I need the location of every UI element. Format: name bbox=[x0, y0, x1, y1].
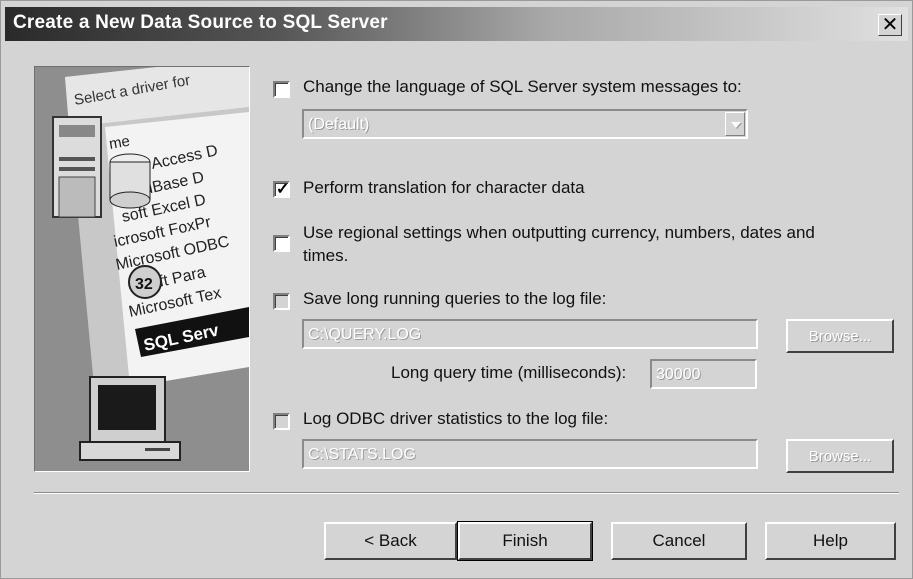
save-long-queries-label: Save long running queries to the log fil… bbox=[303, 289, 607, 308]
close-button[interactable]: ✕ bbox=[878, 14, 902, 36]
art-badge: 32 bbox=[135, 276, 153, 293]
save-long-queries-checkbox[interactable] bbox=[273, 293, 290, 310]
regional-settings-label-line1: Use regional settings when outputting cu… bbox=[303, 223, 815, 242]
language-select-value: (Default) bbox=[308, 116, 370, 133]
window-title: Create a New Data Source to SQL Server bbox=[13, 12, 388, 33]
log-stats-label: Log ODBC driver statistics to the log fi… bbox=[303, 409, 609, 428]
dialog-window: Create a New Data Source to SQL Server ✕… bbox=[0, 0, 913, 579]
divider bbox=[34, 492, 899, 494]
chevron-down-icon[interactable] bbox=[725, 112, 745, 136]
log-stats-checkbox[interactable] bbox=[273, 413, 290, 430]
long-query-time-label: Long query time (milliseconds): bbox=[391, 363, 627, 382]
language-select[interactable]: (Default) bbox=[302, 109, 748, 139]
art-line-1: me bbox=[108, 133, 131, 153]
perform-translation-label: Perform translation for character data bbox=[303, 178, 585, 197]
finish-button[interactable]: Finish bbox=[457, 521, 593, 561]
change-language-label: Change the language of SQL Server system… bbox=[303, 77, 742, 96]
change-language-checkbox[interactable] bbox=[273, 81, 290, 98]
long-query-time-field[interactable]: 30000 bbox=[650, 359, 757, 389]
wizard-illustration-art: Select a driver for me osoft Access D of… bbox=[35, 67, 249, 471]
stats-log-path-field[interactable]: C:\STATS.LOG bbox=[302, 439, 758, 469]
cancel-button[interactable]: Cancel bbox=[611, 522, 747, 560]
query-browse-button[interactable]: Browse... bbox=[786, 319, 894, 353]
checkmark-icon: ✓ bbox=[276, 181, 290, 198]
close-icon: ✕ bbox=[881, 14, 899, 36]
perform-translation-checkbox[interactable]: ✓ bbox=[273, 181, 290, 198]
stats-browse-button[interactable]: Browse... bbox=[786, 439, 894, 473]
wizard-illustration: Select a driver for me osoft Access D of… bbox=[34, 66, 250, 472]
title-bar[interactable]: Create a New Data Source to SQL Server ✕ bbox=[5, 7, 908, 41]
back-button[interactable]: < Back bbox=[324, 522, 457, 560]
regional-settings-checkbox[interactable] bbox=[273, 235, 290, 252]
query-log-path-field[interactable]: C:\QUERY.LOG bbox=[302, 319, 758, 349]
regional-settings-label-line2: times. bbox=[303, 246, 349, 265]
help-button[interactable]: Help bbox=[765, 522, 896, 560]
